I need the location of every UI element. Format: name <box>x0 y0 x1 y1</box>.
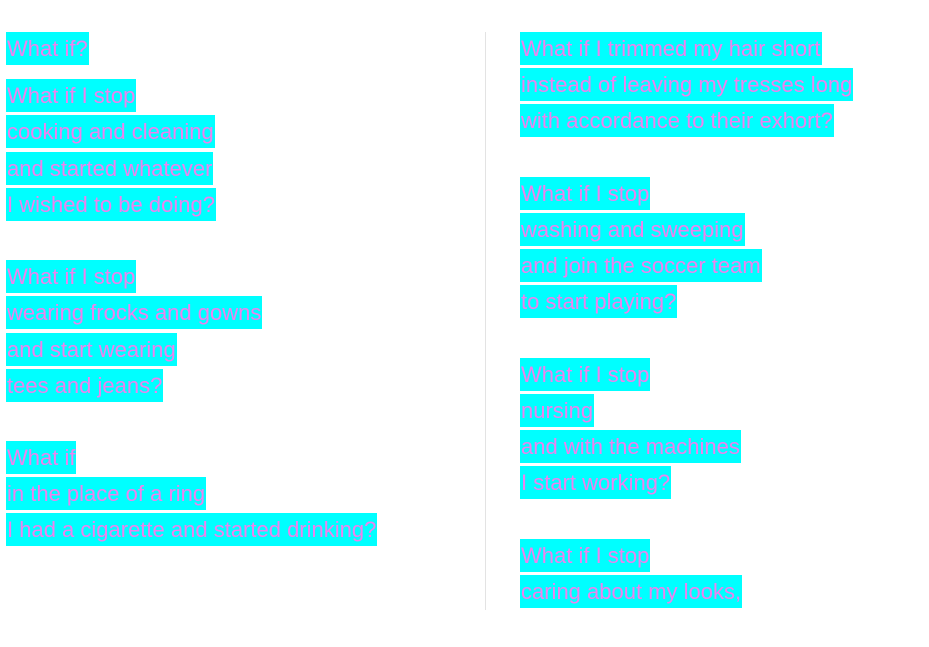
poem-line-text: to start playing? <box>520 285 678 319</box>
poem-line-text: I had a cigarette and started drinking? <box>6 513 378 547</box>
poem-line-text: tees and jeans? <box>6 368 164 402</box>
poem-line-text: What if <box>6 441 77 475</box>
right-column: What if I trimmed my hair short instead o… <box>520 32 854 647</box>
poem-line: nursing <box>520 393 853 430</box>
poem-line: What if I trimmed my hair short <box>520 32 853 68</box>
poem-line-text: What if I stop <box>6 260 137 294</box>
stanza: What if I trimmed my hair short instead o… <box>520 32 854 141</box>
poem-line: and with the machines <box>520 430 853 466</box>
stanza: What if in the place of a ring I had a cig… <box>6 441 378 550</box>
stanza: What if I stop wearing frocks and gowns an… <box>6 260 377 405</box>
poem-line: with accordance to their exhort? <box>520 104 853 140</box>
poem-line-text: washing and sweeping <box>520 212 745 246</box>
poem-line: cooking and cleaning <box>6 115 377 151</box>
poem-line: instead of leaving my tresses long <box>520 68 854 104</box>
poem-line-text: I start working? <box>520 466 672 500</box>
poem-line: and started whatever <box>6 151 377 188</box>
poem-title-text: What if? <box>6 32 89 65</box>
poem-line: What if I stop <box>6 79 377 115</box>
poem-line: in the place of a ring <box>6 477 377 513</box>
poem-line: I start working? <box>520 466 853 502</box>
poem-line-text: I wished to be doing? <box>6 187 216 221</box>
stanza: What if I stop washing and sweeping and jo… <box>520 176 853 322</box>
poem-line: to start playing? <box>520 285 853 321</box>
poem-title: What if? <box>6 32 377 68</box>
poem-line-text: in the place of a ring <box>6 477 207 511</box>
poem-line: I had a cigarette and started drinking? <box>6 513 378 549</box>
poem-line-text: cooking and cleaning <box>6 115 215 149</box>
poem-line: What if I stop <box>520 176 853 213</box>
poem-line-text: What if I trimmed my hair short <box>520 32 822 65</box>
stanza: What if I stop cooking and cleaning and st… <box>6 79 377 224</box>
poem-line-text: What if I stop <box>6 79 137 113</box>
poem-line-text: What if I stop <box>520 538 651 572</box>
poem-line-text: wearing frocks and gowns <box>6 296 263 330</box>
poem-line: wearing frocks and gowns <box>6 296 377 332</box>
poem-line: and start wearing <box>6 332 377 369</box>
stanza: What if I stop nursing and with the machin… <box>520 357 853 503</box>
poem-line-text: What if I stop <box>520 357 651 391</box>
stanza: What if I stop caring about my looks, <box>520 538 853 611</box>
poem-line: tees and jeans? <box>6 368 377 405</box>
poem-line-text: instead of leaving my tresses long <box>520 68 854 102</box>
poem-line: washing and sweeping <box>520 212 853 249</box>
poem-line: What if <box>6 441 377 477</box>
left-column: What if? What if I stop cooking and clean… <box>6 32 378 586</box>
poem-line: What if I stop <box>6 260 377 296</box>
poem-line: caring about my looks, <box>520 574 853 611</box>
poem-line-text: with accordance to their exhort? <box>520 104 834 138</box>
poem-line-text: and join the soccer team <box>520 249 762 283</box>
column-divider <box>485 32 486 610</box>
poem-line: I wished to be doing? <box>6 187 377 224</box>
poem-line: What if I stop <box>520 538 853 575</box>
poem-line: What if I stop <box>520 357 853 394</box>
poem-line-text: What if I stop <box>520 176 651 210</box>
poem-line-text: nursing <box>520 393 595 427</box>
poem-line-text: and start wearing <box>6 332 177 366</box>
poem-line-text: and with the machines <box>520 430 741 464</box>
poem-line: and join the soccer team <box>520 249 853 285</box>
poem-line-text: and started whatever <box>6 151 214 185</box>
poem-line-text: caring about my looks, <box>520 574 743 608</box>
